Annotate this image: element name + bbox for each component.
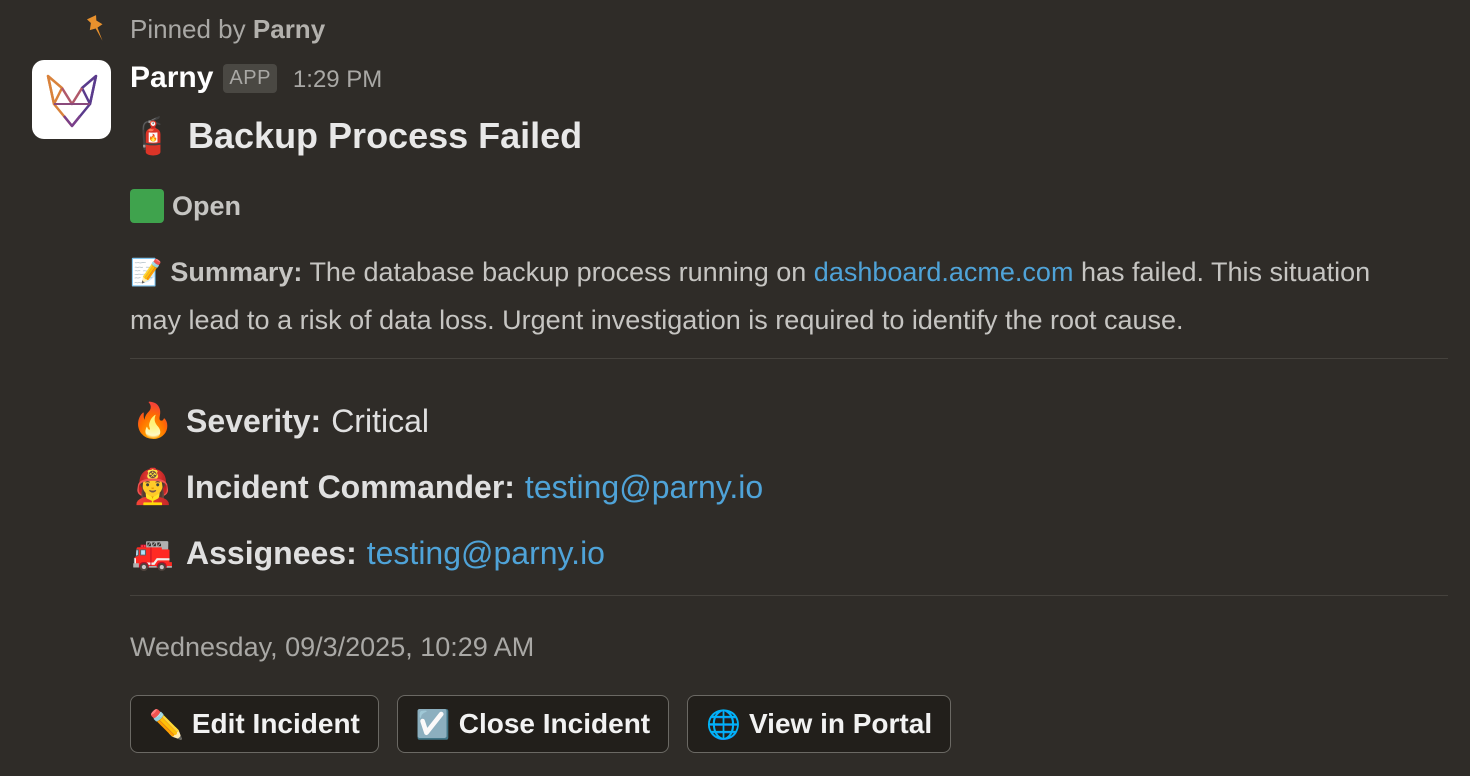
severity-value: Critical xyxy=(331,402,429,439)
avatar[interactable] xyxy=(32,60,111,139)
commander-field: 👩‍🚒 Incident Commander: testing@parny.io xyxy=(130,463,1448,511)
app-badge: APP xyxy=(223,63,277,93)
fire-icon: 🔥 xyxy=(131,402,175,440)
severity-label: Severity: xyxy=(186,402,322,439)
incident-summary: 📝 Summary: The database backup process ru… xyxy=(130,248,1420,344)
pinned-by[interactable]: Parny xyxy=(253,14,325,45)
divider xyxy=(130,595,1448,596)
close-incident-label: Close Incident xyxy=(458,708,651,739)
view-in-portal-label: View in Portal xyxy=(749,708,933,739)
assignees-label: Assignees: xyxy=(186,534,357,571)
commander-link[interactable]: testing@parny.io xyxy=(525,469,763,506)
summary-link[interactable]: dashboard.acme.com xyxy=(814,257,1074,287)
action-buttons: ✏️ Edit Incident ☑️ Close Incident 🌐 Vie… xyxy=(130,695,1448,753)
check-box-icon: ☑️ xyxy=(415,708,451,740)
edit-incident-label: Edit Incident xyxy=(191,708,360,739)
summary-label: Summary: xyxy=(170,257,303,287)
divider xyxy=(130,358,1448,359)
message-header: Parny APP 1:29 PM xyxy=(130,54,1448,102)
memo-icon: 📝 xyxy=(130,257,163,287)
pinned-notice: Pinned by Parny xyxy=(84,10,325,48)
message-time[interactable]: 1:29 PM xyxy=(293,66,382,94)
severity-field: 🔥 Severity: Critical xyxy=(130,397,1448,445)
incident-title: 🧯 Backup Process Failed xyxy=(130,108,1448,164)
incident-title-text: Backup Process Failed xyxy=(188,115,583,156)
fire-engine-icon: 🚒 xyxy=(131,534,175,572)
message-content: Parny APP 1:29 PM 🧯 Backup Process Faile… xyxy=(130,54,1448,753)
incident-status: Open xyxy=(130,186,1448,226)
sender-name[interactable]: Parny xyxy=(130,61,213,95)
parny-fox-logo-icon xyxy=(46,74,97,127)
assignees-field: 🚒 Assignees: testing@parny.io xyxy=(130,529,1448,577)
pencil-icon: ✏️ xyxy=(149,708,184,740)
status-text: Open xyxy=(172,190,242,221)
view-in-portal-button[interactable]: 🌐 View in Portal xyxy=(687,695,952,753)
pinned-prefix: Pinned by xyxy=(130,13,246,44)
commander-label: Incident Commander: xyxy=(186,468,515,505)
firefighter-icon: 👩‍🚒 xyxy=(131,468,175,506)
globe-icon: 🌐 xyxy=(706,708,741,740)
assignees-link[interactable]: testing@parny.io xyxy=(367,535,605,572)
summary-text-before: The database backup process running on xyxy=(309,257,807,287)
pin-icon xyxy=(84,14,110,44)
edit-incident-button[interactable]: ✏️ Edit Incident xyxy=(130,695,379,753)
green-square-icon xyxy=(130,189,164,223)
incident-datetime: Wednesday, 09/3/2025, 10:29 AM xyxy=(130,632,535,662)
fire-extinguisher-icon: 🧯 xyxy=(130,115,175,156)
close-incident-button[interactable]: ☑️ Close Incident xyxy=(396,695,670,753)
